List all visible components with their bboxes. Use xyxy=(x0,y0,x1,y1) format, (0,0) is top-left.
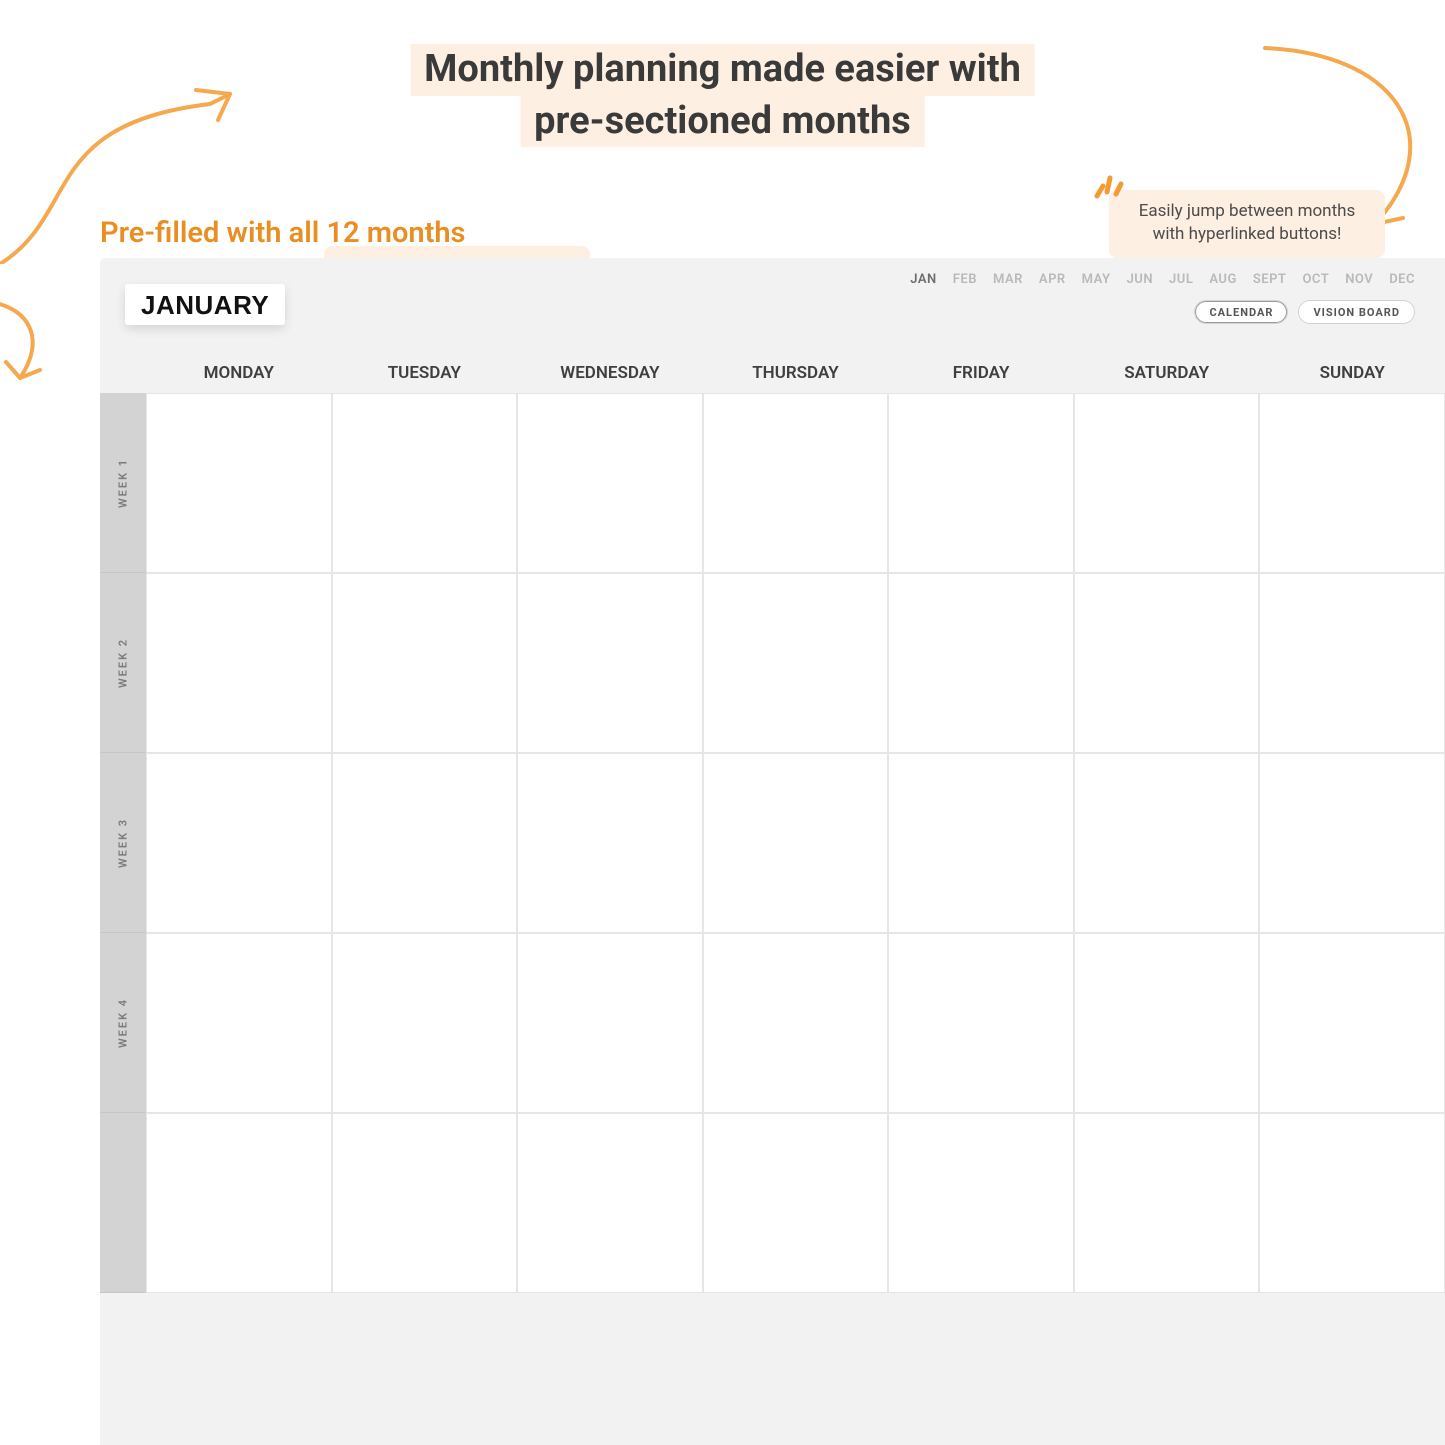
headline-line1: Monthly planning made easier with xyxy=(410,44,1035,96)
month-nav-sept[interactable]: SEPT xyxy=(1253,272,1287,287)
grid-cell[interactable] xyxy=(517,573,703,753)
grid-cell[interactable] xyxy=(888,933,1074,1113)
month-nav-apr[interactable]: APR xyxy=(1039,272,1066,287)
week-label-5 xyxy=(100,1113,146,1293)
grid-cell[interactable] xyxy=(703,573,889,753)
grid-cell[interactable] xyxy=(1074,573,1260,753)
grid-cell[interactable] xyxy=(1074,753,1260,933)
planner-topbar: JANUARY JAN FEB MAR APR MAY JUN JUL AUG … xyxy=(100,258,1445,363)
planner-panel: JANUARY JAN FEB MAR APR MAY JUN JUL AUG … xyxy=(100,258,1445,1445)
month-nav-nov[interactable]: NOV xyxy=(1345,272,1373,287)
day-header-row: MONDAY TUESDAY WEDNESDAY THURSDAY FRIDAY… xyxy=(100,363,1445,393)
gutter-spacer xyxy=(100,363,146,393)
grid-cell[interactable] xyxy=(1074,933,1260,1113)
day-header-wednesday: WEDNESDAY xyxy=(517,363,703,393)
grid-cell[interactable] xyxy=(1259,393,1445,573)
arrow-bottom-left-icon xyxy=(0,300,50,400)
grid-cell[interactable] xyxy=(1259,1113,1445,1293)
grid-cell[interactable] xyxy=(332,933,518,1113)
grid-cell[interactable] xyxy=(703,753,889,933)
month-nav-dec[interactable]: DEC xyxy=(1389,272,1415,287)
grid-cell[interactable] xyxy=(332,573,518,753)
grid-cell[interactable] xyxy=(888,753,1074,933)
view-tabs: CALENDAR VISION BOARD xyxy=(1194,300,1415,324)
grid-cell[interactable] xyxy=(332,393,518,573)
day-header-monday: MONDAY xyxy=(146,363,332,393)
grid-cell[interactable] xyxy=(332,1113,518,1293)
grid-cell[interactable] xyxy=(146,933,332,1113)
grid-cell[interactable] xyxy=(146,1113,332,1293)
grid-cell[interactable] xyxy=(703,1113,889,1293)
grid-cell[interactable] xyxy=(703,393,889,573)
grid-cell[interactable] xyxy=(1259,933,1445,1113)
tab-calendar[interactable]: CALENDAR xyxy=(1194,300,1288,324)
month-nav-jan[interactable]: JAN xyxy=(910,272,936,287)
grid-cell[interactable] xyxy=(1074,393,1260,573)
grid-cell[interactable] xyxy=(888,573,1074,753)
headline-line2: pre-sectioned months xyxy=(520,96,925,148)
subhead-text: Pre-filled with all 12 months xyxy=(100,216,465,250)
day-header-friday: FRIDAY xyxy=(888,363,1074,393)
page-headline: Monthly planning made easier with pre-se… xyxy=(410,44,1035,147)
current-month-chip: JANUARY xyxy=(125,284,285,325)
grid-cell[interactable] xyxy=(517,1113,703,1293)
month-nav-aug[interactable]: AUG xyxy=(1209,272,1236,287)
month-nav-feb[interactable]: FEB xyxy=(953,272,977,287)
grid-cell[interactable] xyxy=(146,573,332,753)
month-nav-oct[interactable]: OCT xyxy=(1302,272,1329,287)
day-header-sunday: SUNDAY xyxy=(1259,363,1445,393)
grid-cell[interactable] xyxy=(146,753,332,933)
week-label-4: WEEK 4 xyxy=(100,933,146,1113)
month-nav-jun[interactable]: JUN xyxy=(1127,272,1153,287)
grid-cell[interactable] xyxy=(517,933,703,1113)
month-nav-mar[interactable]: MAR xyxy=(993,272,1023,287)
month-nav-may[interactable]: MAY xyxy=(1082,272,1111,287)
month-nav-jul[interactable]: JUL xyxy=(1169,272,1193,287)
grid-cell[interactable] xyxy=(517,753,703,933)
callout-hyperlink: Easily jump between months with hyperlin… xyxy=(1109,190,1385,258)
grid-cell[interactable] xyxy=(517,393,703,573)
grid-cell[interactable] xyxy=(1074,1113,1260,1293)
grid-cell[interactable] xyxy=(1259,753,1445,933)
grid-cell[interactable] xyxy=(703,933,889,1113)
calendar-grid: WEEK 1 WEEK 2 WEEK 3 WEEK 4 xyxy=(100,393,1445,1293)
tab-vision-board[interactable]: VISION BOARD xyxy=(1298,300,1415,324)
week-label-2: WEEK 2 xyxy=(100,573,146,753)
day-header-saturday: SATURDAY xyxy=(1074,363,1260,393)
grid-cell[interactable] xyxy=(888,1113,1074,1293)
day-header-thursday: THURSDAY xyxy=(703,363,889,393)
month-nav: JAN FEB MAR APR MAY JUN JUL AUG SEPT OCT… xyxy=(910,272,1415,287)
grid-cell[interactable] xyxy=(332,753,518,933)
week-label-1: WEEK 1 xyxy=(100,393,146,573)
spark-icon xyxy=(1091,170,1125,207)
grid-cell[interactable] xyxy=(1259,573,1445,753)
grid-cell[interactable] xyxy=(146,393,332,573)
grid-cell[interactable] xyxy=(888,393,1074,573)
week-label-3: WEEK 3 xyxy=(100,753,146,933)
day-header-tuesday: TUESDAY xyxy=(332,363,518,393)
callout-hyperlink-text: Easily jump between months with hyperlin… xyxy=(1139,201,1356,244)
